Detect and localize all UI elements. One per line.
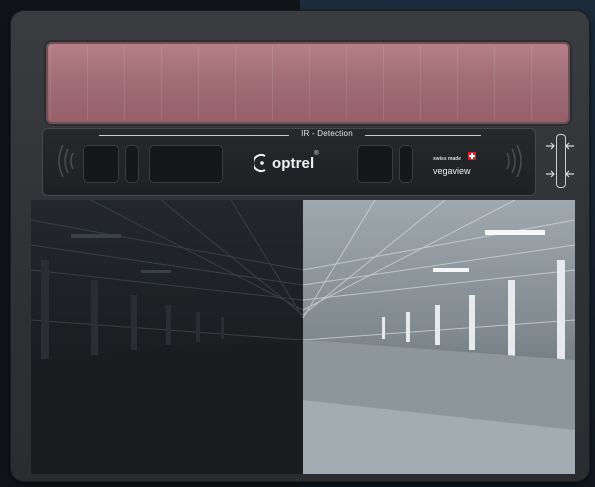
brand-registered-mark: ® [314,151,319,157]
warehouse-scene-clear [302,200,575,474]
lens-dark-half [31,200,304,474]
ir-sensor-right-narrow [399,145,413,183]
ir-sensor-left-wide [149,145,223,183]
swiss-flag-icon [467,151,476,160]
filter-lens-view [31,200,575,474]
ir-label-line-right [365,135,481,136]
sensor-bar: IR - Detection optrel ® swiss made vegav… [42,128,536,196]
solar-cells [50,46,566,120]
optrel-logo: optrel ® [254,151,319,175]
vegaview-branding: swiss made vegaview [433,147,485,176]
width-adjust-arrows-icon [546,142,574,178]
ir-sensor-right [357,145,393,183]
ir-sensor-left-narrow [125,145,139,183]
warehouse-scene-dark [31,200,304,474]
product-name: vegaview [433,166,471,176]
brand-name: optrel [272,154,315,172]
optrel-c-logo-icon [254,154,266,172]
ir-detection-label: IR - Detection [301,129,353,138]
ir-sensor-left [83,145,119,183]
solar-panel [44,40,572,126]
lens-clear-half [302,200,575,474]
ir-signal-waves-right-icon [506,144,522,178]
swiss-made-label: swiss made [433,156,462,162]
ir-signal-waves-left-icon [58,144,74,178]
ir-label-line-left [99,135,289,136]
